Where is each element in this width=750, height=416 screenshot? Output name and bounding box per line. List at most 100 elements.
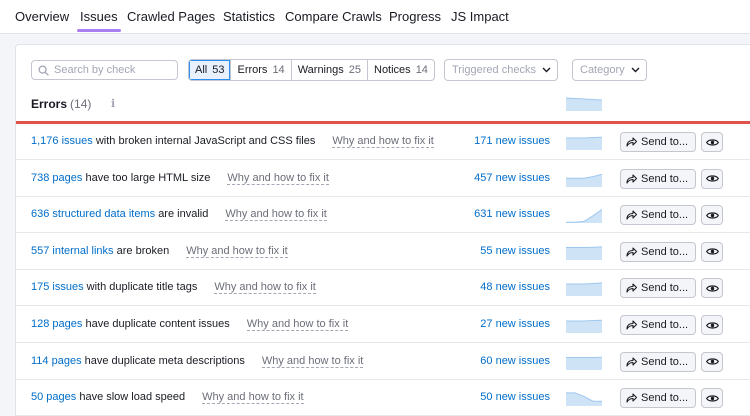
send-to-button[interactable]: Send to... xyxy=(620,168,696,189)
filter-label: All xyxy=(195,64,208,76)
sparkline-line xyxy=(566,136,602,139)
eye-icon xyxy=(705,138,719,146)
tab-statistics[interactable]: Statistics xyxy=(223,9,275,24)
view-details-button[interactable] xyxy=(701,351,723,372)
issue-description: 50 pages have slow load speed Why and how… xyxy=(31,391,304,405)
send-to-button[interactable]: Send to... xyxy=(620,205,696,226)
issue-description: 128 pages have duplicate content issues W… xyxy=(31,318,349,331)
eye-icon xyxy=(705,212,719,219)
tab-progress[interactable]: Progress xyxy=(389,9,441,24)
trend-sparkline xyxy=(566,246,602,260)
new-issues-link[interactable]: 48 new issues xyxy=(480,281,550,293)
trend-sparkline xyxy=(566,319,602,333)
issue-text: have duplicate content issues xyxy=(85,318,230,330)
why-fix-link[interactable]: Why and how to fix it xyxy=(202,391,304,405)
tab-crawled-pages[interactable]: Crawled Pages xyxy=(127,9,215,24)
issue-text: have too large HTML size xyxy=(85,171,211,184)
share-arrow-icon xyxy=(626,283,637,293)
eye-icon xyxy=(705,175,719,182)
sparkline-area xyxy=(566,356,602,370)
why-fix-link[interactable]: Why and how to fix it xyxy=(246,318,349,331)
new-issues-link[interactable]: 631 new issues xyxy=(474,208,550,220)
issue-count-link[interactable]: 557 internal links xyxy=(31,245,114,257)
issues-card: All 53 Errors 14 Warnings 25 Notices 14 Trig… xyxy=(15,44,750,416)
issue-row: 1,176 issues with broken internal JavaSc… xyxy=(16,124,750,160)
view-details-button[interactable] xyxy=(701,388,723,409)
new-issues-link[interactable]: 55 new issues xyxy=(480,245,550,257)
search-input[interactable] xyxy=(54,64,166,76)
new-issues-link[interactable]: 60 new issues xyxy=(480,355,550,367)
why-fix-link[interactable]: Why and how to fix it xyxy=(225,208,327,222)
eye-icon xyxy=(705,248,719,255)
view-details-button[interactable] xyxy=(701,241,723,262)
send-to-button[interactable]: Send to... xyxy=(620,351,696,372)
filter-all-button[interactable]: All 53 xyxy=(189,60,231,80)
issue-description: 175 issues with duplicate title tags Why … xyxy=(31,281,316,295)
search-box[interactable] xyxy=(31,60,178,80)
issue-count-link[interactable]: 1,176 issues xyxy=(31,135,93,147)
share-arrow-icon xyxy=(626,247,637,257)
view-details-button[interactable] xyxy=(701,278,723,299)
trend-sparkline xyxy=(566,356,602,370)
filter-notices-button[interactable]: Notices 14 xyxy=(367,60,434,80)
dropdown-label: Triggered checks xyxy=(452,64,536,76)
sparkline-line xyxy=(566,246,602,248)
filter-warnings-button[interactable]: Warnings 25 xyxy=(290,60,367,80)
new-issues-link[interactable]: 457 new issues xyxy=(474,172,550,184)
chevron-down-icon xyxy=(542,67,551,73)
top-tab-bar: Overview Issues Crawled Pages Statistics… xyxy=(0,0,750,34)
view-details-button[interactable] xyxy=(701,168,723,189)
new-issues-link[interactable]: 50 new issues xyxy=(480,391,550,403)
send-to-button[interactable]: Send to... xyxy=(620,388,696,409)
send-to-button[interactable]: Send to... xyxy=(620,132,696,152)
send-to-button[interactable]: Send to... xyxy=(620,278,696,299)
filter-count: 53 xyxy=(212,64,225,76)
issue-description: 114 pages have duplicate meta descriptio… xyxy=(31,354,364,368)
issue-row: 557 internal links are broken Why and how… xyxy=(16,234,750,270)
tab-js-impact[interactable]: JS Impact xyxy=(451,9,509,24)
send-to-button[interactable]: Send to... xyxy=(620,241,696,262)
view-details-button[interactable] xyxy=(701,205,723,226)
section-title: Errors (14) xyxy=(31,97,91,111)
why-fix-link[interactable]: Why and how to fix it xyxy=(261,354,364,368)
tab-overview[interactable]: Overview xyxy=(15,9,69,24)
trend-sparkline xyxy=(566,209,602,224)
issue-count-link[interactable]: 128 pages xyxy=(31,318,82,330)
view-details-button[interactable] xyxy=(701,315,723,335)
issue-count-link[interactable]: 738 pages xyxy=(31,172,82,184)
issue-text: have slow load speed xyxy=(79,391,186,404)
send-to-label: Send to... xyxy=(641,245,689,258)
new-issues-link[interactable]: 27 new issues xyxy=(480,318,550,330)
tab-issues[interactable]: Issues xyxy=(77,9,121,32)
section-title-text: Errors xyxy=(31,97,68,111)
issue-description: 557 internal links are broken Why and how… xyxy=(31,244,288,258)
filter-count: 14 xyxy=(415,64,428,76)
issue-description: 738 pages have too large HTML size Why an… xyxy=(31,171,329,185)
dropdown-label: Category xyxy=(580,64,625,76)
filter-label: Warnings xyxy=(297,64,344,76)
issue-text: with broken internal JavaScript and CSS … xyxy=(95,135,316,147)
issue-description: 1,176 issues with broken internal JavaSc… xyxy=(31,135,434,148)
new-issues-link[interactable]: 171 new issues xyxy=(474,135,550,147)
issue-count-link[interactable]: 50 pages xyxy=(31,391,76,403)
category-dropdown[interactable]: Category xyxy=(572,59,647,81)
sparkline-area xyxy=(566,283,602,297)
why-fix-link[interactable]: Why and how to fix it xyxy=(332,135,434,148)
issue-text: are invalid xyxy=(158,208,209,221)
filter-errors-button[interactable]: Errors 14 xyxy=(230,60,290,80)
view-details-button[interactable] xyxy=(701,132,723,152)
chevron-down-icon xyxy=(631,67,640,73)
info-icon[interactable]: ℹ xyxy=(111,97,115,110)
triggered-checks-dropdown[interactable]: Triggered checks xyxy=(444,59,558,81)
issue-count-link[interactable]: 175 issues xyxy=(31,281,84,293)
why-fix-link[interactable]: Why and how to fix it xyxy=(227,171,329,185)
issue-text: have duplicate meta descriptions xyxy=(84,354,245,367)
issue-count-link[interactable]: 636 structured data items xyxy=(31,208,155,220)
tab-compare-crawls[interactable]: Compare Crawls xyxy=(285,9,382,24)
why-fix-link[interactable]: Why and how to fix it xyxy=(214,281,316,295)
issue-row: 114 pages have duplicate meta descriptio… xyxy=(16,344,750,380)
why-fix-link[interactable]: Why and how to fix it xyxy=(186,244,288,258)
send-to-button[interactable]: Send to... xyxy=(620,315,696,335)
trend-sparkline xyxy=(566,173,602,187)
issue-count-link[interactable]: 114 pages xyxy=(31,355,82,367)
